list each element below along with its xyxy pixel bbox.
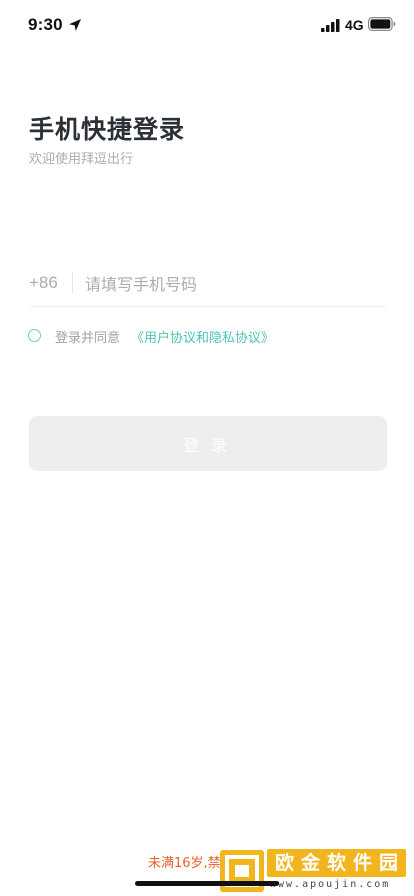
agreement-checkbox[interactable]	[28, 329, 41, 342]
page-title: 手机快捷登录	[29, 115, 186, 144]
status-bar: 9:30 4G	[0, 0, 414, 50]
page-subtitle: 欢迎使用拜逗出行	[29, 152, 134, 167]
network-type: 4G	[345, 17, 364, 33]
agreement-text: 登录并同意	[55, 331, 121, 346]
login-button[interactable]: 登录	[29, 416, 387, 471]
signal-bars-icon	[321, 19, 340, 32]
watermark-name: 欧金软件园	[267, 849, 407, 877]
status-time: 9:30	[28, 15, 63, 34]
agreement-link[interactable]: 《用户协议和隐私协议》	[131, 327, 274, 346]
country-code[interactable]: +86	[29, 273, 58, 293]
home-indicator	[135, 881, 279, 886]
watermark: 欧金软件园 www.apoujin.com	[220, 846, 410, 896]
battery-icon	[368, 17, 396, 31]
watermark-url: www.apoujin.com	[270, 879, 391, 890]
country-code-divider	[72, 272, 73, 294]
phone-input-row: +86	[29, 264, 387, 307]
phone-number-input[interactable]	[85, 268, 385, 300]
location-arrow-icon	[69, 19, 81, 31]
